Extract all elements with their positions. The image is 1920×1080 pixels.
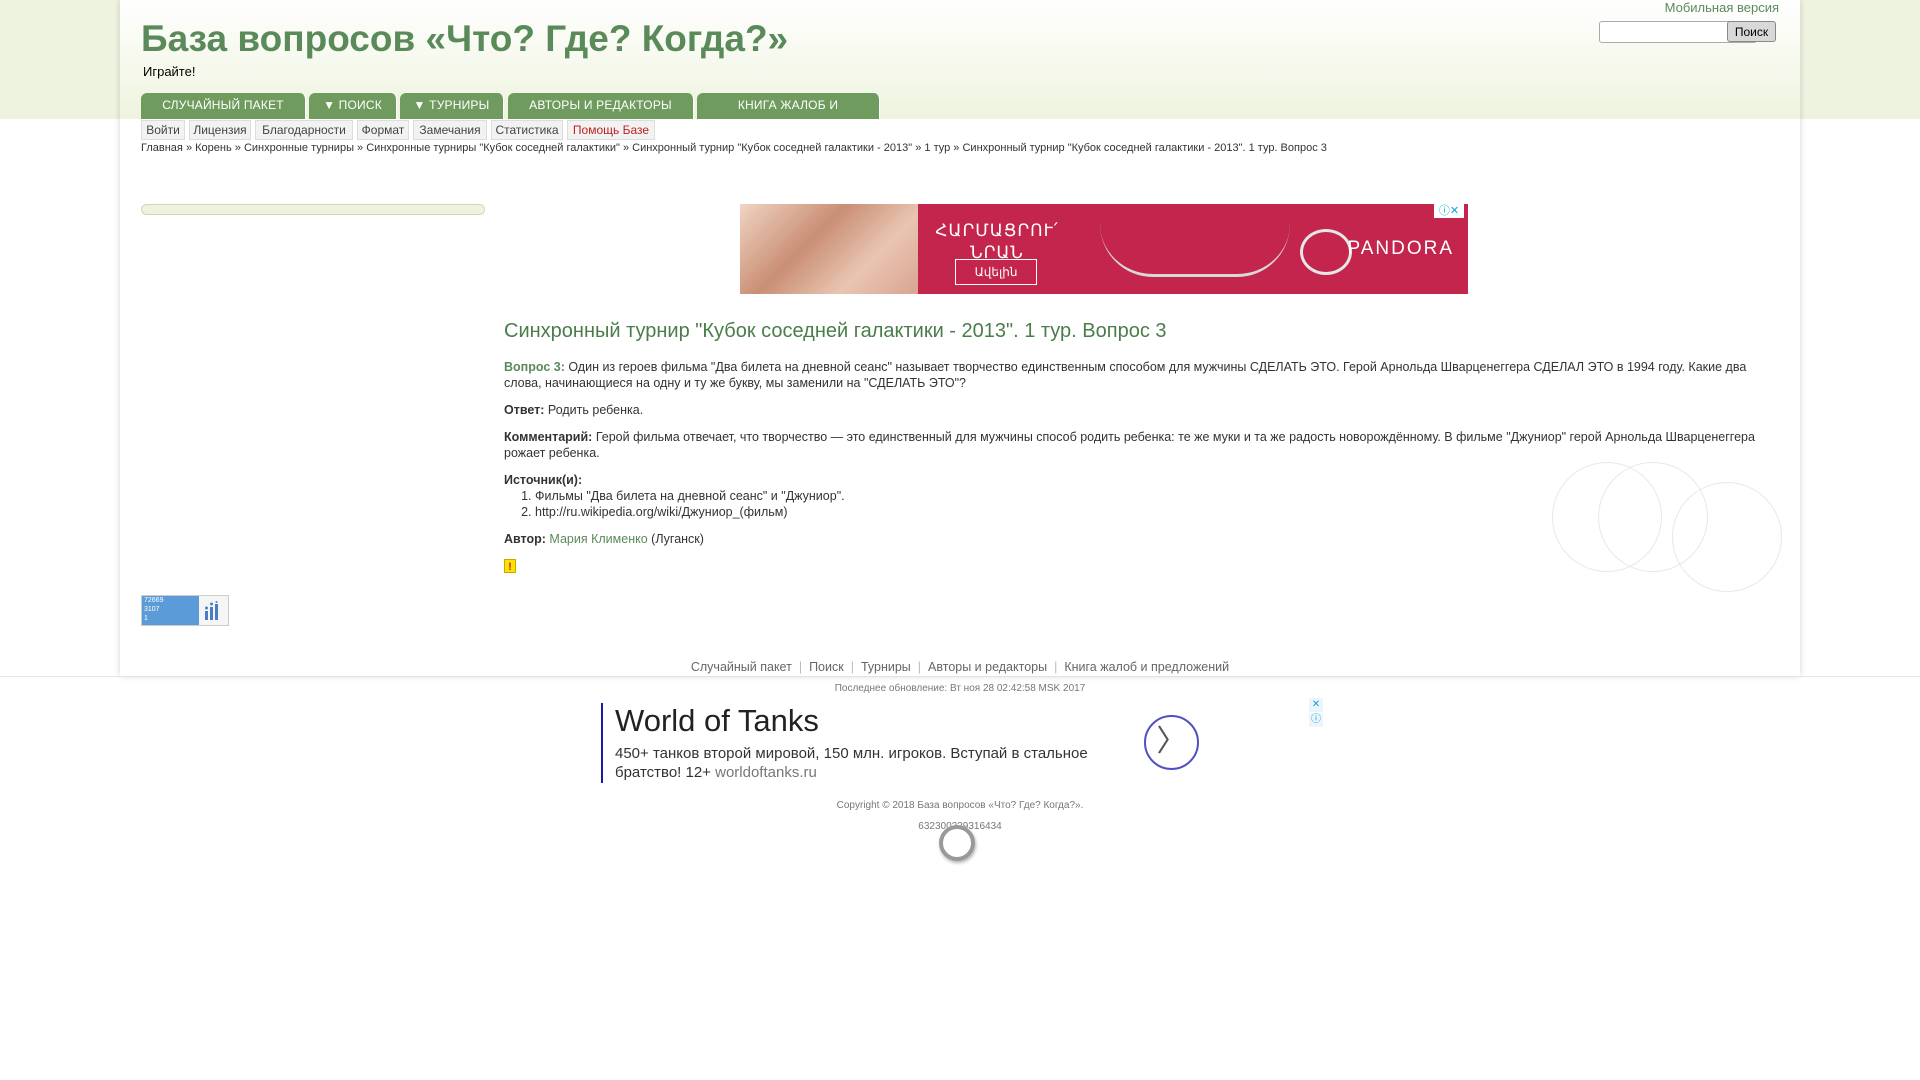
nav-tab-complaints[interactable]: КНИГА ЖАЛОБ И ПРЕДЛОЖЕНИЙ <box>697 93 880 137</box>
author-city: (Луганск) <box>651 532 704 546</box>
subnav-remarks[interactable]: Замечания <box>413 120 487 140</box>
counter-line: 1 <box>144 615 148 622</box>
ad-brand-logo: PANDORA <box>1347 238 1454 259</box>
close-icon[interactable]: ✕ <box>1309 698 1323 712</box>
breadcrumb-current: Синхронный турнир "Кубок соседней галакт… <box>962 142 1327 154</box>
bottom-ad-domain[interactable]: worldoftanks.ru <box>715 764 817 781</box>
footer-link-random[interactable]: Случайный пакет <box>684 660 799 674</box>
search-button[interactable]: Поиск <box>1727 21 1776 42</box>
counter-line: 3107 <box>144 606 160 613</box>
nav-tab-tournaments[interactable]: ▼ ТУРНИРЫ <box>400 93 504 119</box>
sources-label: Источник(и): <box>504 473 583 487</box>
answer-text: Родить ребенка. <box>547 403 644 417</box>
top-ad-banner[interactable]: ՀԱՐՄԱՑՐՈՒ՛ ՆՐԱՆ Ավելին PANDORA ⓘ✕ <box>740 204 1468 294</box>
site-title[interactable]: База вопросов «Что? Где? Когда?» <box>141 18 788 60</box>
breadcrumb-round-1[interactable]: 1 тур <box>924 142 950 154</box>
answer-block: Ответ: Родить ребенка. <box>504 402 1772 418</box>
comment-block: Комментарий: Герой фильма отвечает, что … <box>504 429 1772 461</box>
subnav-thanks[interactable]: Благодарности <box>255 120 353 140</box>
nav-tab-authors[interactable]: АВТОРЫ И РЕДАКТОРЫ <box>508 93 694 119</box>
people-chart-icon <box>202 601 226 621</box>
mobile-version-link[interactable]: Мобильная версия <box>1665 0 1779 15</box>
footer-divider <box>0 676 1920 677</box>
question-title: Синхронный турнир "Кубок соседней галакт… <box>504 320 1167 342</box>
site-slogan: Играйте! <box>143 64 196 79</box>
subnav-license[interactable]: Лицензия <box>189 120 251 140</box>
subnav-statistics[interactable]: Статистика <box>491 120 563 140</box>
bottom-ad[interactable]: World of Tanks 450+ танков второй мирово… <box>601 703 1203 783</box>
counter-numbers: 72669 3107 1 <box>142 596 199 625</box>
breadcrumb-cup-series[interactable]: Синхронные турниры "Кубок соседней галак… <box>366 142 620 154</box>
nav-tab-search[interactable]: ▼ ПОИСК <box>309 93 397 119</box>
subnav-format[interactable]: Формат <box>357 120 409 140</box>
author-link[interactable]: Мария Клименко <box>549 532 647 546</box>
breadcrumb-cup-2013[interactable]: Синхронный турнир "Кубок соседней галакт… <box>632 142 912 154</box>
comment-label: Комментарий: <box>504 430 593 444</box>
breadcrumb-root[interactable]: Корень <box>195 142 232 154</box>
subnav-login[interactable]: Войти <box>141 120 185 140</box>
breadcrumb: Главная » Корень » Синхронные турниры » … <box>141 142 1327 154</box>
question-text: Один из героев фильма "Два билета на дне… <box>504 360 1747 390</box>
counter-line: 72669 <box>144 597 164 604</box>
footer-link-tournaments[interactable]: Турниры <box>854 660 918 674</box>
sidebar-box <box>141 204 485 215</box>
subnav-help[interactable]: Помощь Базе <box>567 120 655 140</box>
visit-counter[interactable]: 72669 3107 1 <box>141 595 229 626</box>
breadcrumb-separator: » <box>622 142 630 154</box>
footer-link-complaints[interactable]: Книга жалоб и предложений <box>1057 660 1236 674</box>
decorative-circle <box>1672 482 1782 592</box>
info-icon[interactable]: ⓘ <box>1309 713 1323 727</box>
bottom-ad-text: 450+ танков второй мировой, 150 млн. игр… <box>615 745 1088 781</box>
ad-close-icon[interactable]: ⓘ✕ <box>1434 204 1464 218</box>
copyright: Copyright © 2018 База вопросов «Что? Где… <box>836 800 1084 811</box>
ad-photo <box>740 204 918 294</box>
footer-link-authors[interactable]: Авторы и редакторы <box>921 660 1054 674</box>
bottom-ad-title[interactable]: World of Tanks <box>615 703 819 739</box>
breadcrumb-separator: » <box>234 142 241 154</box>
author-label: Автор: <box>504 532 546 546</box>
comment-text: Герой фильма отвечает, что творчество — … <box>504 430 1755 460</box>
ad-bracelet-image <box>1100 224 1290 277</box>
footer-navigation: Случайный пакет | Поиск | Турниры | Авторы и р… <box>0 660 1920 674</box>
bottom-ad-controls: ✕ ⓘ <box>1309 698 1323 728</box>
report-error-icon[interactable]: ! <box>504 559 516 573</box>
footer-link-search[interactable]: Поиск <box>802 660 851 674</box>
breadcrumb-sync-tournaments[interactable]: Синхронные турниры <box>244 142 354 154</box>
breadcrumb-separator: » <box>953 142 960 154</box>
bottom-ad-description: 450+ танков второй мировой, 150 млн. игр… <box>615 744 1135 782</box>
ad-cta-button[interactable]: Ավելին <box>955 259 1037 285</box>
header: База вопросов «Что? Где? Когда?» Играйте… <box>120 0 1800 137</box>
chevron-right-icon[interactable]: 〉 <box>1144 715 1199 770</box>
question-text-block: Вопрос 3: Один из героев фильма "Два бил… <box>504 359 1772 391</box>
nav-tab-random-package[interactable]: СЛУЧАЙНЫЙ ПАКЕТ <box>141 93 306 119</box>
ad-ring-image <box>1300 229 1352 275</box>
question-label: Вопрос 3: <box>504 360 565 374</box>
ad-text: ՀԱՐՄԱՑՐՈՒ՛ ՆՐԱՆ <box>935 221 1059 262</box>
last-update: Последнее обновление: Вт ноя 28 02:42:58… <box>834 683 1086 694</box>
answer-label: Ответ: <box>504 403 545 417</box>
breadcrumb-separator: » <box>185 142 193 154</box>
breadcrumb-separator: » <box>357 142 364 154</box>
breadcrumb-separator: » <box>915 142 922 154</box>
breadcrumb-home[interactable]: Главная <box>141 142 183 154</box>
page-container: База вопросов «Что? Где? Когда?» Играйте… <box>120 0 1800 676</box>
loading-spinner-icon <box>939 825 975 861</box>
